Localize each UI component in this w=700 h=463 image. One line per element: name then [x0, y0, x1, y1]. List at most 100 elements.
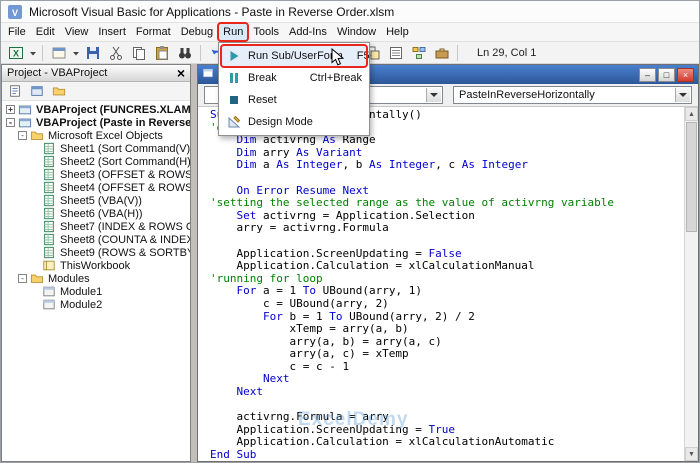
- close-icon[interactable]: ×: [177, 66, 185, 80]
- tree-item-vbaproject[interactable]: - VBAProject (Paste in Reverse Order...: [2, 116, 190, 129]
- tree-item-sheet1[interactable]: Sheet1 (Sort Command(V)): [2, 142, 190, 155]
- run-menu-item-break[interactable]: Break Ctrl+Break: [221, 67, 367, 89]
- menu-add-ins[interactable]: Add-Ins: [284, 23, 332, 41]
- chevron-down-icon[interactable]: [675, 88, 690, 102]
- run-menu-item-run-sub-userform[interactable]: Run Sub/UserForm F5: [220, 44, 370, 68]
- run-menu-item-reset[interactable]: Reset: [221, 89, 367, 111]
- toolbar-separator: [457, 44, 458, 61]
- tree-item-sheet3[interactable]: Sheet3 (OFFSET & ROWS Functio...: [2, 168, 190, 181]
- paste-icon[interactable]: [151, 43, 172, 63]
- code-line: Next: [236, 385, 264, 399]
- collapse-icon[interactable]: -: [18, 274, 27, 283]
- run-icon: [226, 48, 242, 64]
- sheet-icon: [42, 194, 57, 207]
- run-menu-item-label: Reset: [248, 94, 277, 106]
- tree-item-label: Sheet6 (VBA(H)): [60, 207, 143, 220]
- tree-item-sheet5[interactable]: Sheet5 (VBA(V)): [2, 194, 190, 207]
- cut-icon[interactable]: [105, 43, 126, 63]
- procedure-dropdown-value: PasteInReverseHorizontally: [459, 89, 595, 101]
- code-line: Next: [262, 372, 290, 386]
- run-menu-item-label: Design Mode: [248, 116, 313, 128]
- project-panel-toolbar: [2, 82, 190, 101]
- code-editor[interactable]: Sub PasteInReverseHorizontally()'declari…: [198, 107, 684, 461]
- project-explorer-panel: Project - VBAProject × + VBAProject (FUNC…: [1, 64, 191, 462]
- dropdown-arrow-icon[interactable]: [28, 43, 37, 63]
- tree-item-sheet2[interactable]: Sheet2 (Sort Command(H)): [2, 155, 190, 168]
- tree-item-sheet6[interactable]: Sheet6 (VBA(H)): [2, 207, 190, 220]
- tree-item-module1[interactable]: Module1: [2, 285, 190, 298]
- menu-debug[interactable]: Debug: [176, 23, 218, 41]
- procedure-dropdown[interactable]: PasteInReverseHorizontally: [453, 86, 692, 104]
- tree-item-label: Sheet7 (INDEX & ROWS Comman...: [60, 220, 190, 233]
- menu-run[interactable]: Run: [217, 22, 250, 42]
- scrollbar-thumb[interactable]: [686, 122, 697, 232]
- properties-window-icon[interactable]: [385, 43, 406, 63]
- window-controls: – □ ×: [639, 67, 694, 82]
- tree-item-microsoft[interactable]: - Microsoft Excel Objects: [2, 129, 190, 142]
- tree-item-label: ThisWorkbook: [60, 259, 131, 272]
- folder-icon: [30, 129, 45, 142]
- view-code-icon[interactable]: [6, 83, 24, 100]
- menu-view[interactable]: View: [60, 23, 94, 41]
- workbook-icon: [42, 259, 57, 272]
- view-object-icon[interactable]: [28, 83, 46, 100]
- run-menu-item-shortcut: F5: [356, 50, 370, 62]
- tree-item-sheet7[interactable]: Sheet7 (INDEX & ROWS Comman...: [2, 220, 190, 233]
- chevron-down-icon[interactable]: [426, 88, 441, 102]
- module-icon: [202, 67, 214, 82]
- scroll-down-icon[interactable]: ▼: [685, 447, 698, 461]
- tree-item-label: Sheet5 (VBA(V)): [60, 194, 142, 207]
- menu-window[interactable]: Window: [332, 23, 381, 41]
- copy-icon[interactable]: [128, 43, 149, 63]
- menu-insert[interactable]: Insert: [93, 23, 131, 41]
- code-line: Application.Calculation = xlCalculationA…: [210, 435, 555, 449]
- maximize-icon[interactable]: □: [658, 67, 675, 82]
- excel-icon[interactable]: X: [5, 43, 26, 63]
- menu-format[interactable]: Format: [131, 23, 176, 41]
- menu-tools[interactable]: Tools: [248, 23, 284, 41]
- save-icon[interactable]: [82, 43, 103, 63]
- collapse-icon[interactable]: -: [18, 131, 27, 140]
- toggle-folders-icon[interactable]: [50, 83, 68, 100]
- scroll-up-icon[interactable]: ▲: [685, 107, 698, 121]
- module-icon: [42, 285, 57, 298]
- close-icon[interactable]: ×: [677, 67, 694, 82]
- menu-file[interactable]: File: [3, 23, 31, 41]
- toolbox-icon[interactable]: [431, 43, 452, 63]
- tree-item-label: Sheet3 (OFFSET & ROWS Functio...: [60, 168, 190, 181]
- run-menu-item-label: Run Sub/UserForm: [248, 50, 343, 62]
- expand-icon[interactable]: +: [6, 105, 15, 114]
- svg-text:V: V: [12, 8, 18, 18]
- collapse-icon[interactable]: -: [6, 118, 15, 127]
- sheet-icon: [42, 246, 57, 259]
- cursor-position-indicator: Ln 29, Col 1: [477, 46, 537, 59]
- tree-item-label: Sheet9 (ROWS & SORTBY Functio...: [60, 246, 190, 259]
- find-icon[interactable]: [174, 43, 195, 63]
- project-panel-header[interactable]: Project - VBAProject ×: [2, 65, 190, 82]
- sheet-icon: [42, 181, 57, 194]
- tree-item-module2[interactable]: Module2: [2, 298, 190, 311]
- toolbar-separator: [200, 44, 201, 61]
- tree-item-label: Sheet8 (COUNTA & INDEX Comma...: [60, 233, 190, 246]
- tree-item-modules[interactable]: - Modules: [2, 272, 190, 285]
- tree-item-label: Sheet1 (Sort Command(V)): [60, 142, 190, 155]
- sheet-icon: [42, 233, 57, 246]
- insert-userform-icon[interactable]: [48, 43, 69, 63]
- tree-item-sheet9[interactable]: Sheet9 (ROWS & SORTBY Functio...: [2, 246, 190, 259]
- tree-item-label: Microsoft Excel Objects: [48, 129, 163, 142]
- tree-item-sheet8[interactable]: Sheet8 (COUNTA & INDEX Comma...: [2, 233, 190, 246]
- menu-help[interactable]: Help: [381, 23, 414, 41]
- tree-item-thisworkbook[interactable]: ThisWorkbook: [2, 259, 190, 272]
- menu-edit[interactable]: Edit: [31, 23, 60, 41]
- toolbar-separator: [42, 44, 43, 61]
- minimize-icon[interactable]: –: [639, 67, 656, 82]
- tree-item-vbaproject[interactable]: + VBAProject (FUNCRES.XLAM): [2, 103, 190, 116]
- window-title: Microsoft Visual Basic for Applications …: [29, 4, 395, 19]
- run-menu-item-design-mode[interactable]: Design Mode: [221, 111, 367, 133]
- tree-item-sheet4[interactable]: Sheet4 (OFFSET & ROWS Functio...: [2, 181, 190, 194]
- menu-bar: File Edit View Insert Format Debug Run Tools Add…: [1, 22, 699, 42]
- dropdown-arrow-icon[interactable]: [71, 43, 80, 63]
- vertical-scrollbar[interactable]: ▲ ▼: [684, 107, 698, 461]
- object-browser-icon[interactable]: [408, 43, 429, 63]
- tree-item-label: Modules: [48, 272, 90, 285]
